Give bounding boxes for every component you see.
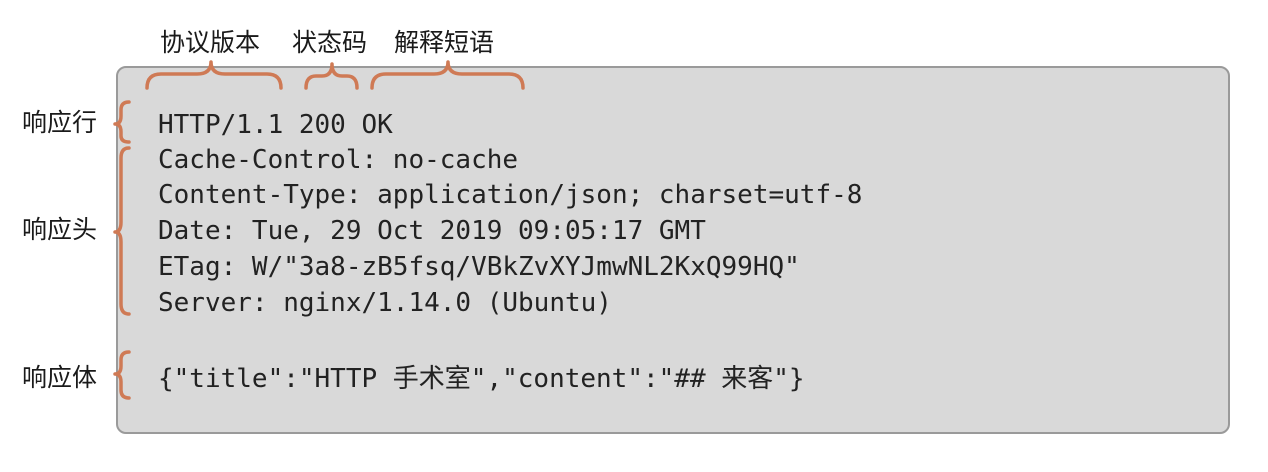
label-protocol-version: 协议版本 xyxy=(160,28,261,57)
body-text: {"title":"HTTP 手术室","content":"## 来客"} xyxy=(158,364,805,394)
header-line-server: Server: nginx/1.14.0 (Ubuntu) xyxy=(158,288,612,318)
label-status-code: 状态码 xyxy=(292,28,368,57)
label-reason-phrase: 解释短语 xyxy=(394,28,495,57)
header-line-content-type: Content-Type: application/json; charset=… xyxy=(158,180,863,210)
label-body: 响应体 xyxy=(22,363,98,392)
header-line-cache-control: Cache-Control: no-cache xyxy=(158,145,519,175)
label-headers: 响应头 xyxy=(22,215,98,244)
status-line-text: HTTP/1.1 200 OK xyxy=(158,110,393,140)
header-line-etag: ETag: W/"3a8-zB5fsq/VBkZvXYJmwNL2KxQ99HQ… xyxy=(158,252,800,282)
header-line-date: Date: Tue, 29 Oct 2019 09:05:17 GMT xyxy=(158,216,706,246)
label-status-line: 响应行 xyxy=(22,108,98,137)
